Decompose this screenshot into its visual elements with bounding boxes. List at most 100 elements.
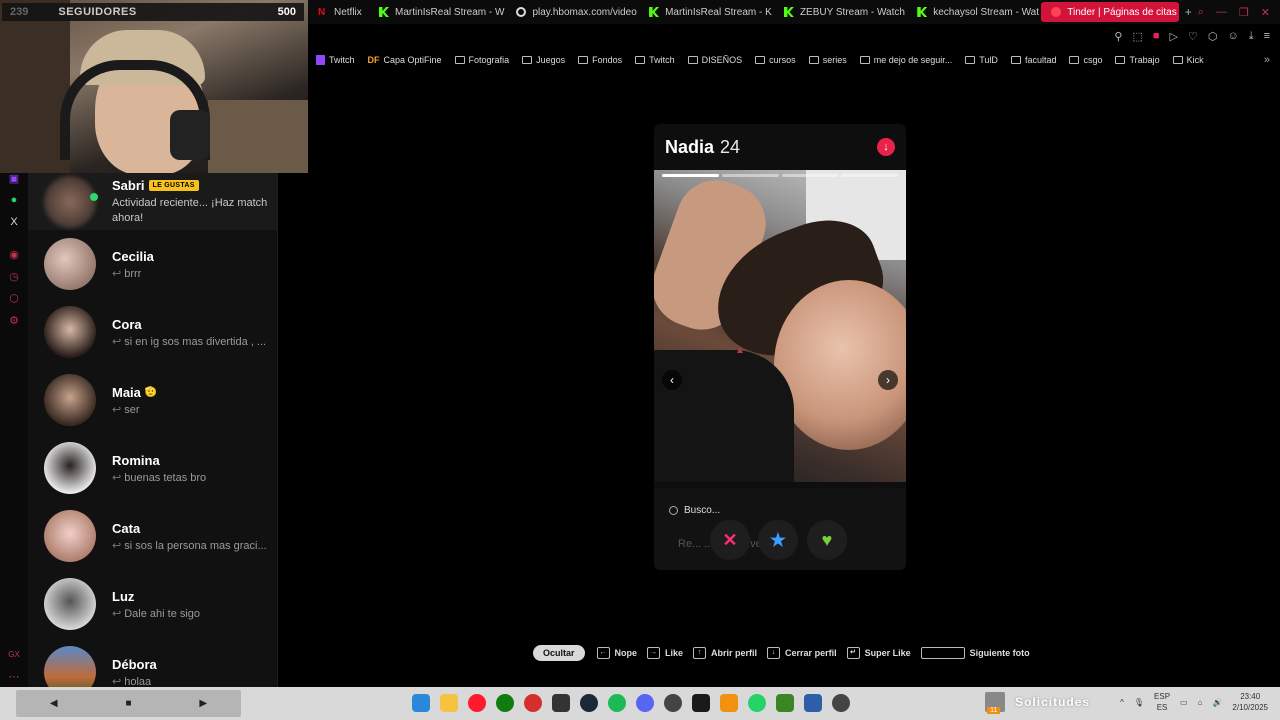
bookmark-folder-cursos[interactable]: cursos [755,55,796,65]
whatsapp-icon[interactable]: ● [8,194,20,206]
file-explorer-icon[interactable] [440,694,458,712]
looking-for-label: Busco... [684,505,721,516]
twitch-icon[interactable]: ▣ [8,173,20,185]
app-icon[interactable] [720,694,738,712]
bookmark-label: Capa OptiFine [383,55,442,65]
snapshot-icon[interactable]: ⬚ [1132,30,1142,43]
list-item[interactable]: Cata ↩ si sos la persona mas graci... [28,502,277,570]
like-button[interactable]: ♥ [807,520,847,560]
chevron-up-icon[interactable]: ^ [1120,698,1124,707]
bookmarks-overflow-icon[interactable]: » [1264,54,1270,66]
app-icon[interactable] [524,694,542,712]
play-icon[interactable]: ▷ [1170,30,1178,43]
player-icon[interactable]: ◉ [8,249,20,261]
profile-header[interactable]: Nadia 24 ↓ [654,124,906,170]
app-icon[interactable] [832,694,850,712]
tab-martinisreal-1[interactable]: MartinIsReal Stream - W [369,0,506,24]
tab-martinisreal-2[interactable]: MartinIsReal Stream - K [639,0,774,24]
pocket-icon[interactable]: ■ [1153,30,1160,43]
discord-icon[interactable] [636,694,654,712]
next-track-icon[interactable]: ▶ [199,698,207,709]
bookmark-folder-fondos[interactable]: Fondos [578,55,622,65]
xbox-icon[interactable] [496,694,514,712]
obs-icon[interactable] [664,694,682,712]
screen: 239 SEGUIDORES 500 N Netflix MartinIsReal… [0,0,1280,720]
spotify-icon[interactable] [608,694,626,712]
list-item[interactable]: Maia 🫡 ↩ ser [28,366,277,434]
list-item[interactable]: Luz ↩ Dale ahi te sigo [28,570,277,638]
minimize-button[interactable]: — [1216,6,1227,19]
opera-gx-icon[interactable] [468,694,486,712]
start-icon[interactable] [412,694,430,712]
minecraft-icon[interactable] [776,694,794,712]
match-name: Luz [112,588,135,604]
whatsapp-icon[interactable] [748,694,766,712]
tab-tinder[interactable]: Tinder | Páginas de citas [1041,2,1179,22]
monitor-icon[interactable]: ▭ [1180,698,1188,707]
list-item[interactable]: Cecilia ↩ brrr [28,230,277,298]
pin-icon[interactable]: ⚲ [1114,30,1122,43]
reply-icon: ↩ [112,471,122,484]
mic-icon[interactable]: 🎙 [1134,698,1144,707]
next-photo-icon[interactable]: › [878,370,898,390]
search-icon[interactable]: ⌕ [1198,6,1204,19]
bookmark-folder-me-dejo[interactable]: me dejo de seguir... [859,55,952,65]
app-icon[interactable] [804,694,822,712]
steam-icon[interactable] [580,694,598,712]
bookmark-folder-facultad[interactable]: facultad [1010,55,1056,65]
volume-icon[interactable]: 🔊 [1212,698,1222,707]
list-item[interactable]: Cora ↩ si en ig sos mas divertida , ... [28,298,277,366]
bookmark-folder-series[interactable]: series [808,55,847,65]
bookmark-folder-tuld[interactable]: TulD [965,55,998,65]
hide-shortcuts-button[interactable]: Ocultar [533,645,585,661]
tab-zebuy[interactable]: ZEBUY Stream - Watch [774,0,907,24]
tab-kechaysol[interactable]: kechaysol Stream - Wat [907,0,1041,24]
taskbar: ◀ ■ ▶ 11 Solicitudes ^ 🎙 ESP ES ▭ ⌂ 🔊 23… [0,687,1280,720]
gx-icon[interactable]: GX [8,649,20,661]
heart-icon[interactable]: ♡ [1188,30,1198,43]
match-name: Cata [112,520,141,536]
new-tab-button[interactable]: + [1179,5,1198,19]
history-icon[interactable]: ◷ [8,271,20,283]
bookmark-folder-juegos[interactable]: Juegos [522,55,565,65]
bookmark-folder-kick[interactable]: Kick [1172,55,1204,65]
network-icon[interactable]: ⌂ [1198,698,1203,707]
bookmark-folder-disenos[interactable]: DISEÑOS [687,55,743,65]
settings-icon[interactable]: ⚙ [8,315,20,327]
mail-icon[interactable]: 11 [985,692,1006,714]
tab-label: kechaysol Stream - Wat [933,6,1040,18]
x-icon[interactable]: X [8,216,20,228]
bookmark-label: DISEÑOS [701,55,743,65]
open-profile-icon[interactable]: ↓ [877,138,895,156]
profile-photo[interactable]: ‹ › [654,170,906,482]
clock[interactable]: 23:40 2/10/2025 [1232,691,1268,713]
more-icon[interactable]: ⋯ [8,671,20,683]
maximize-button[interactable]: ❐ [1239,6,1249,19]
account-icon[interactable]: ☺ [1227,30,1238,43]
super-like-button[interactable]: ★ [758,520,798,560]
tab-hbomax[interactable]: play.hbomax.com/video [506,0,639,24]
tab-netflix[interactable]: N Netflix [308,0,369,24]
menu-icon[interactable]: ≡ [1264,30,1270,43]
avatar [44,306,96,358]
list-item[interactable]: Débora ↩ holaa [28,638,277,687]
download-icon[interactable]: ⤓ [1249,30,1254,43]
list-item[interactable]: Romina ↩ buenas tetas bro [28,434,277,502]
kick-icon [649,7,660,17]
nope-button[interactable]: ✕ [710,520,750,560]
close-button[interactable]: ✕ [1261,6,1270,19]
bookmark-folder-twitch[interactable]: Twitch [635,55,675,65]
bookmark-folder-fotografia[interactable]: Fotografia [454,55,509,65]
epic-games-icon[interactable] [552,694,570,712]
bookmark-folder-trabajo[interactable]: Trabajo [1115,55,1160,65]
bookmark-folder-csgo[interactable]: csgo [1069,55,1102,65]
app-icon[interactable] [692,694,710,712]
previous-track-icon[interactable]: ◀ [50,698,58,709]
list-item[interactable]: Sabri LE GUSTAS Actividad reciente... ¡Ha… [28,173,277,230]
bookmark-twitch[interactable]: Twitch [316,55,355,65]
bookmark-optifine[interactable]: DF Capa OptiFine [368,55,442,65]
stop-icon[interactable]: ■ [125,698,131,709]
prev-photo-icon[interactable]: ‹ [662,370,682,390]
extensions-icon[interactable]: ⬡ [1208,30,1218,43]
extensions-icon[interactable]: ⬡ [8,293,20,305]
